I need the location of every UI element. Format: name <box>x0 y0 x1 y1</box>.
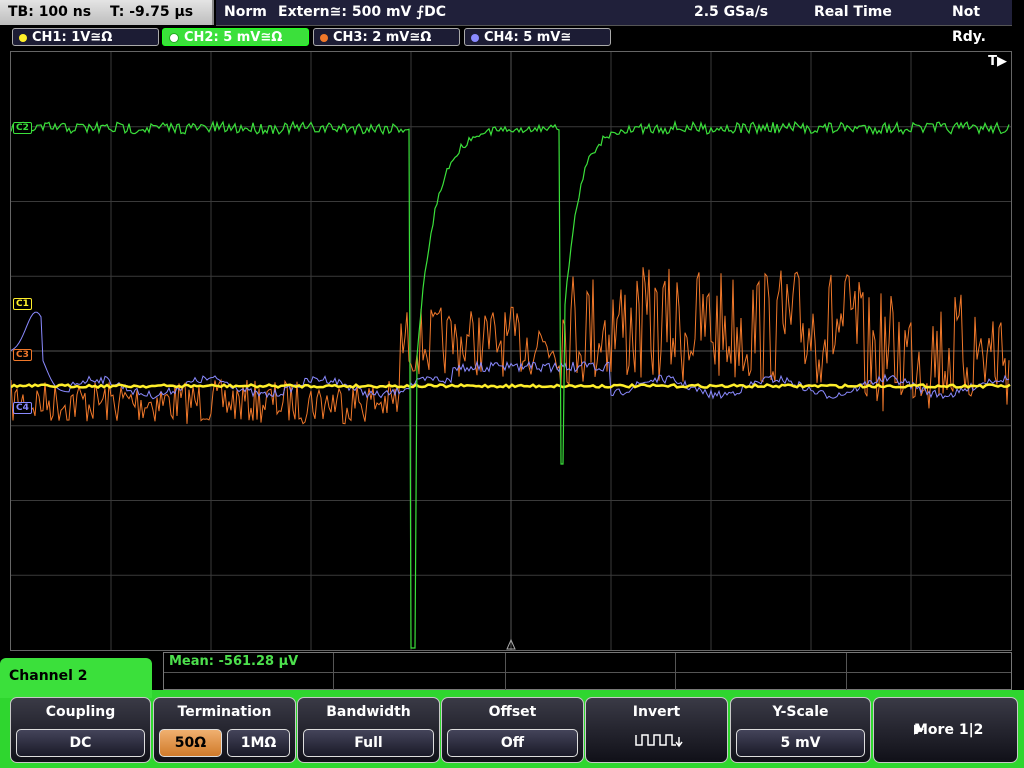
acquisition-mode: Real Time <box>814 4 892 20</box>
sample-rate: 2.5 GSa/s <box>694 4 769 20</box>
channel-menu-label: Channel 2 <box>9 668 88 684</box>
bandwidth-title: Bandwidth <box>326 704 411 720</box>
waveform-display[interactable]: T▶ C2 C1 C3 C4 <box>10 51 1012 651</box>
offset-value-button[interactable]: Off <box>447 729 578 757</box>
channel-tab-ch1[interactable]: CH1: 1V≅Ω <box>12 28 159 46</box>
channel-tab-ch4[interactable]: CH4: 5 mV≅ <box>464 28 611 46</box>
offset-softkey[interactable]: Offset Off <box>441 697 584 763</box>
measurement-row: Mean: -561.28 µV <box>164 653 1011 673</box>
ch2-label: CH2: 5 mV≅Ω <box>184 30 283 45</box>
ch2-color-dot <box>169 32 179 43</box>
channel-tab-ch3[interactable]: CH3: 2 mV≅Ω <box>313 28 460 46</box>
ch1-offset-marker[interactable]: C1 <box>13 298 32 310</box>
y-scale-value-button[interactable]: 5 mV <box>736 729 865 757</box>
invert-waveform-icon <box>635 734 683 748</box>
offset-title: Offset <box>488 704 537 720</box>
y-scale-title: Y-Scale <box>772 704 829 720</box>
measurement-cell <box>505 653 506 691</box>
measurement-cell <box>846 653 847 691</box>
termination-title: Termination <box>177 704 272 720</box>
termination-softkey[interactable]: Termination 50Ω 1MΩ <box>153 697 296 763</box>
trigger-source: Extern≅: 500 mV ⨍DC <box>278 4 447 20</box>
termination-1mohm-button[interactable]: 1MΩ <box>227 729 290 757</box>
bandwidth-value-button[interactable]: Full <box>303 729 434 757</box>
ch1-color-dot <box>19 33 27 42</box>
coupling-title: Coupling <box>45 704 116 720</box>
trigger-position-marker: T▶ <box>988 54 1007 69</box>
timebase-label: TB: 100 ns <box>8 4 92 20</box>
right-arrow-icon: ▶ <box>914 722 924 737</box>
trigger-info-bar[interactable]: Norm Extern≅: 500 mV ⨍DC 2.5 GSa/s Real … <box>216 0 1012 45</box>
coupling-value-button[interactable]: DC <box>16 729 145 757</box>
measurement-panel: Mean: -561.28 µV <box>163 652 1012 691</box>
status-bar: TB: 100 ns T: -9.75 µs Norm Extern≅: 500… <box>0 0 1024 45</box>
invert-title: Invert <box>632 704 681 720</box>
more-softkey[interactable]: More 1|2 ▶ <box>873 697 1018 763</box>
ch2-offset-marker[interactable]: C2 <box>13 122 32 134</box>
timebase-box[interactable]: TB: 100 ns T: -9.75 µs <box>0 0 214 25</box>
y-scale-softkey[interactable]: Y-Scale 5 mV <box>730 697 871 763</box>
ch1-label: CH1: 1V≅Ω <box>32 30 113 45</box>
coupling-softkey[interactable]: Coupling DC <box>10 697 151 763</box>
channel-menu-title: Channel 2 <box>0 658 152 698</box>
ch3-color-dot <box>320 33 328 42</box>
termination-50ohm-button[interactable]: 50Ω <box>159 729 222 757</box>
mean-measurement: Mean: -561.28 µV <box>169 654 299 669</box>
trigger-time-label: T: -9.75 µs <box>109 4 194 20</box>
ch3-trace <box>11 267 1010 425</box>
bandwidth-softkey[interactable]: Bandwidth Full <box>297 697 440 763</box>
ch3-label: CH3: 2 mV≅Ω <box>333 30 432 45</box>
trigger-mode: Norm <box>224 4 267 20</box>
ch4-offset-marker[interactable]: C4 <box>13 402 32 414</box>
ch4-color-dot <box>471 33 479 42</box>
ch4-label: CH4: 5 mV≅ <box>484 30 572 45</box>
measurement-cell <box>333 653 334 691</box>
ch3-offset-marker[interactable]: C3 <box>13 349 32 361</box>
waveform-canvas <box>11 52 1011 650</box>
channel-tab-ch2[interactable]: CH2: 5 mV≅Ω <box>162 28 309 46</box>
measurement-cell <box>675 653 676 691</box>
invert-softkey[interactable]: Invert <box>585 697 728 763</box>
run-state: Not Rdy. <box>952 4 986 45</box>
